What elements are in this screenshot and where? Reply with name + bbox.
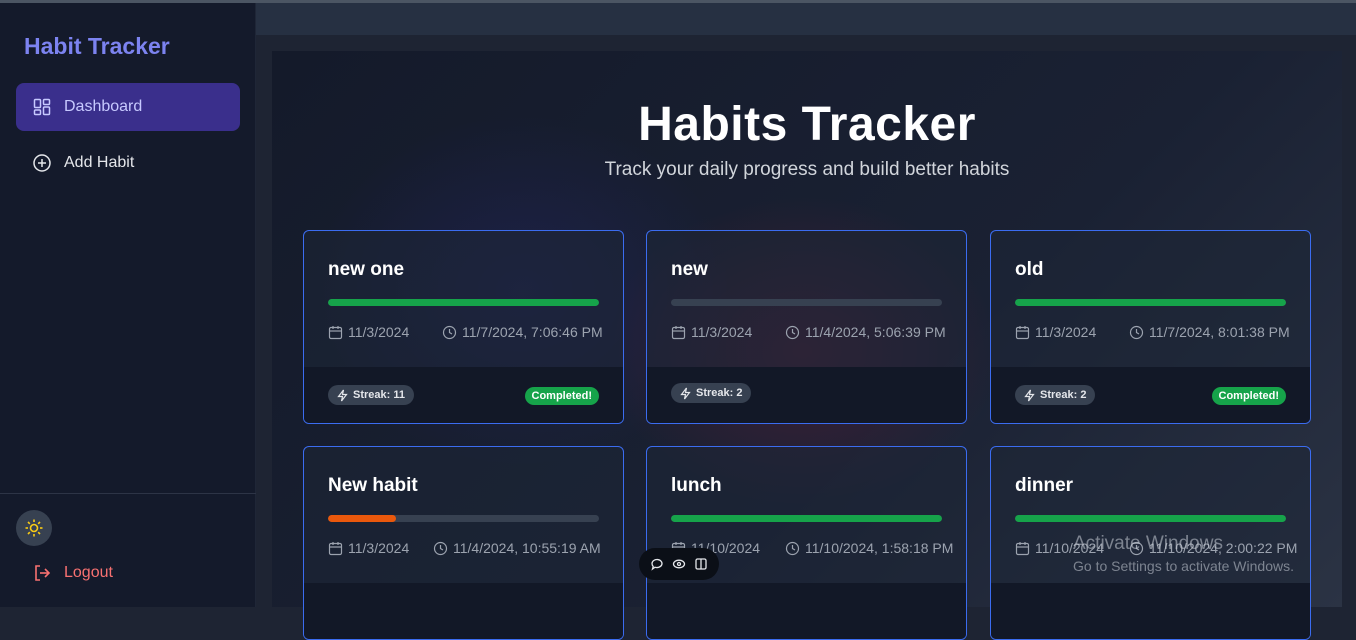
- streak-badge: Streak: 2: [671, 383, 752, 403]
- habit-card-footer: [304, 583, 623, 639]
- habit-card[interactable]: new 11/3/2024 11/4/2024, 5:06:39 PM Stre…: [646, 230, 967, 424]
- sidebar-item-dashboard[interactable]: Dashboard: [16, 83, 240, 131]
- sun-icon: [25, 519, 43, 537]
- split-view-icon[interactable]: [694, 557, 708, 571]
- floating-toolbar[interactable]: [639, 548, 719, 580]
- clock-icon: [433, 541, 448, 555]
- habit-progress-bar: [328, 515, 599, 522]
- streak-badge: Streak: 2: [1015, 385, 1096, 405]
- sidebar-item-add-habit[interactable]: Add Habit: [16, 139, 240, 187]
- habit-last-completed: 11/4/2024, 5:06:39 PM: [785, 324, 946, 340]
- completed-badge: Completed!: [524, 387, 599, 405]
- calendar-icon: [1015, 325, 1030, 339]
- habit-card-footer: [647, 583, 966, 639]
- streak-badge: Streak: 11: [328, 385, 414, 405]
- habit-last-completed-text: 11/7/2024, 7:06:46 PM: [462, 324, 603, 340]
- sidebar: Habit Tracker Dashboard Add Habit Logout: [0, 3, 256, 607]
- windows-activation-hint: Go to Settings to activate Windows.: [1073, 558, 1294, 574]
- habit-name: new one: [328, 259, 405, 280]
- plus-circle-icon: [33, 154, 51, 172]
- streak-text: Streak: 2: [1040, 389, 1087, 401]
- clock-icon: [785, 325, 800, 339]
- habit-start-date-text: 11/3/2024: [348, 324, 410, 340]
- eye-icon[interactable]: [672, 557, 686, 571]
- habit-progress-fill: [328, 299, 599, 306]
- streak-text: Streak: 2: [696, 387, 743, 399]
- habit-start-date: 11/3/2024: [1015, 324, 1096, 340]
- habit-last-completed-text: 11/4/2024, 10:55:19 AM: [453, 540, 601, 556]
- logout-button[interactable]: Logout: [32, 563, 113, 583]
- habit-progress-bar: [1015, 299, 1286, 306]
- streak-text: Streak: 11: [353, 389, 405, 401]
- habit-start-date: 11/3/2024: [328, 324, 409, 340]
- lightning-icon: [337, 389, 348, 401]
- top-bar: [256, 3, 1356, 35]
- calendar-icon: [328, 541, 343, 555]
- calendar-icon: [328, 325, 343, 339]
- habit-progress-bar: [671, 515, 942, 522]
- habit-start-date-text: 11/3/2024: [1035, 324, 1097, 340]
- habit-last-completed-text: 11/7/2024, 8:01:38 PM: [1149, 324, 1290, 340]
- comment-icon[interactable]: [650, 557, 664, 571]
- habit-card-body: old 11/3/2024 11/7/2024, 8:01:38 PM: [991, 231, 1310, 367]
- clock-icon: [442, 325, 457, 339]
- habit-last-completed: 11/7/2024, 7:06:46 PM: [442, 324, 603, 340]
- habit-progress-fill: [1015, 515, 1286, 522]
- habit-card[interactable]: lunch 11/10/2024 11/10/2024, 1:58:18 PM: [646, 446, 967, 640]
- habit-start-date: 11/3/2024: [671, 324, 752, 340]
- dashboard-grid-icon: [33, 98, 51, 116]
- calendar-icon: [671, 325, 686, 339]
- habit-last-completed: 11/4/2024, 10:55:19 AM: [433, 540, 601, 556]
- habit-name: lunch: [671, 475, 722, 496]
- habit-progress-fill: [1015, 299, 1286, 306]
- habit-card-footer: Streak: 2 Completed!: [991, 367, 1310, 423]
- habit-card-footer: Streak: 2: [647, 367, 966, 423]
- lightning-icon: [1024, 389, 1035, 401]
- habit-last-completed: 11/10/2024, 1:58:18 PM: [785, 540, 953, 556]
- calendar-icon: [1015, 541, 1030, 555]
- habit-start-date-text: 11/3/2024: [691, 324, 753, 340]
- windows-activation-watermark: Activate Windows: [1073, 533, 1223, 554]
- habit-name: new: [671, 259, 708, 280]
- habit-card-body: New habit 11/3/2024 11/4/2024, 10:55:19 …: [304, 447, 623, 583]
- habit-progress-bar: [671, 299, 942, 306]
- logout-label: Logout: [64, 564, 113, 581]
- habit-name: New habit: [328, 475, 418, 496]
- habit-name: dinner: [1015, 475, 1074, 496]
- habit-progress-fill: [328, 515, 396, 522]
- brand-title: Habit Tracker: [24, 33, 170, 59]
- page-subtitle: Track your daily progress and build bett…: [604, 159, 1010, 180]
- habit-card[interactable]: New habit 11/3/2024 11/4/2024, 10:55:19 …: [303, 446, 624, 640]
- habit-last-completed-text: 11/10/2024, 1:58:18 PM: [805, 540, 954, 556]
- sidebar-item-label: Dashboard: [64, 98, 143, 115]
- sidebar-divider: [0, 493, 256, 494]
- habit-progress-fill: [671, 515, 942, 522]
- habit-card[interactable]: old 11/3/2024 11/7/2024, 8:01:38 PM Stre…: [990, 230, 1311, 424]
- sidebar-item-label: Add Habit: [64, 154, 135, 171]
- theme-toggle-button[interactable]: [16, 510, 52, 546]
- habit-progress-bar: [328, 299, 599, 306]
- logout-icon: [35, 565, 51, 581]
- habit-last-completed: 11/7/2024, 8:01:38 PM: [1129, 324, 1290, 340]
- lightning-icon: [680, 387, 691, 399]
- habit-start-date-text: 11/3/2024: [348, 540, 410, 556]
- page-title: Habits Tracker: [638, 98, 976, 151]
- completed-badge: Completed!: [1211, 387, 1286, 405]
- habit-progress-bar: [1015, 515, 1286, 522]
- habit-last-completed-text: 11/4/2024, 5:06:39 PM: [805, 324, 946, 340]
- habit-card[interactable]: new one 11/3/2024 11/7/2024, 7:06:46 PM …: [303, 230, 624, 424]
- habit-start-date: 11/3/2024: [328, 540, 409, 556]
- clock-icon: [785, 541, 800, 555]
- habit-name: old: [1015, 259, 1044, 280]
- clock-icon: [1129, 325, 1144, 339]
- habit-card-footer: Streak: 11 Completed!: [304, 367, 623, 423]
- habit-card-footer: [991, 583, 1310, 639]
- habit-card-body: new 11/3/2024 11/4/2024, 5:06:39 PM: [647, 231, 966, 367]
- habit-card-body: new one 11/3/2024 11/7/2024, 7:06:46 PM: [304, 231, 623, 367]
- main-content: Habits Tracker Track your daily progress…: [272, 51, 1342, 640]
